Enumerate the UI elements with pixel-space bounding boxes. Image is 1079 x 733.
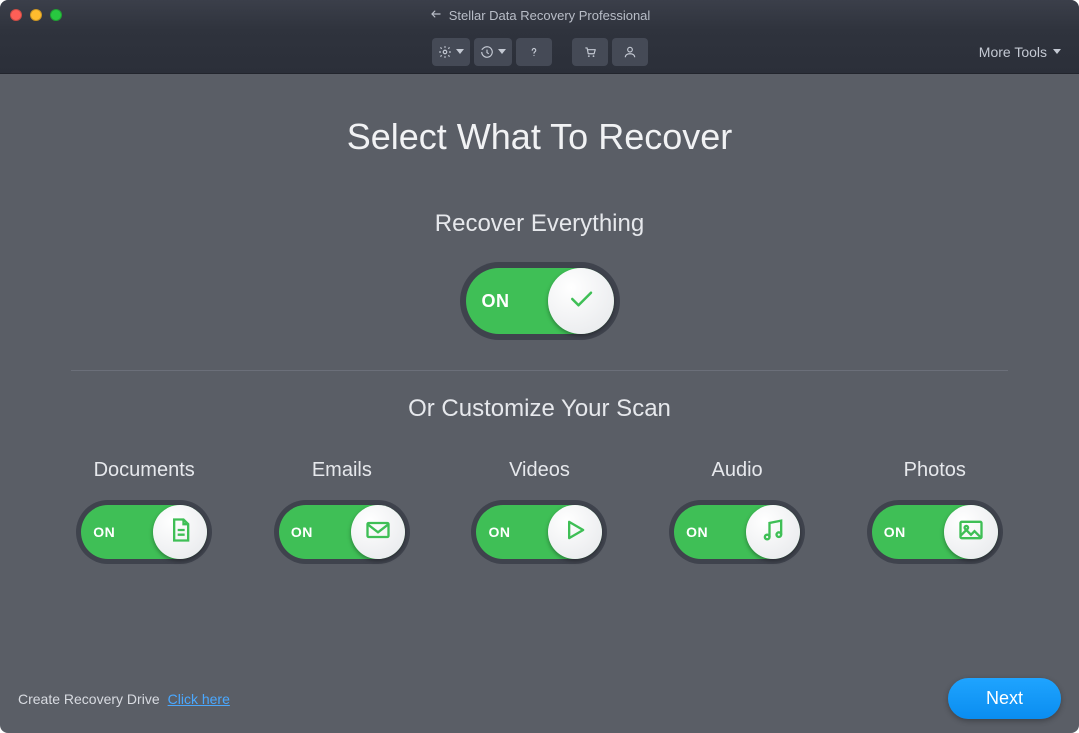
create-recovery-drive-link[interactable]: Click here [168, 691, 230, 707]
document-icon [166, 516, 194, 549]
back-arrow-icon [429, 7, 443, 24]
envelope-icon [364, 516, 392, 549]
toolbar: More Tools [0, 30, 1079, 74]
category-audio: Audio ON [643, 459, 831, 564]
category-documents: Documents ON [50, 459, 238, 564]
more-tools-label: More Tools [979, 44, 1047, 60]
category-emails: Emails ON [248, 459, 436, 564]
account-button[interactable] [612, 38, 648, 66]
question-icon [527, 45, 541, 59]
category-row: Documents ON Emails [50, 459, 1028, 564]
more-tools-caret-icon [1053, 49, 1061, 54]
videos-toggle-state: ON [488, 524, 510, 540]
toggle-knob [944, 505, 998, 559]
category-label-photos: Photos [904, 459, 966, 482]
photos-toggle-state: ON [884, 524, 906, 540]
music-icon [759, 516, 787, 549]
category-label-audio: Audio [712, 459, 763, 482]
help-button[interactable] [516, 38, 552, 66]
history-dropdown-caret-icon [498, 49, 506, 54]
category-label-videos: Videos [509, 459, 570, 482]
minimize-window-button[interactable] [30, 9, 42, 21]
category-videos: Videos ON [446, 459, 634, 564]
history-button[interactable] [474, 38, 512, 66]
next-button-label: Next [986, 688, 1023, 708]
create-recovery-drive-label: Create Recovery Drive [18, 691, 160, 707]
toggle-knob [351, 505, 405, 559]
photos-toggle[interactable]: ON [867, 500, 1003, 564]
category-photos: Photos ON [841, 459, 1029, 564]
history-icon [480, 45, 494, 59]
app-window: Stellar Data Recovery Professional [0, 0, 1079, 733]
cart-button[interactable] [572, 38, 608, 66]
audio-toggle[interactable]: ON [669, 500, 805, 564]
toggle-knob [153, 505, 207, 559]
main-content: Select What To Recover Recover Everythin… [0, 116, 1079, 564]
emails-toggle[interactable]: ON [274, 500, 410, 564]
toggle-knob [746, 505, 800, 559]
check-icon [566, 284, 596, 319]
next-button[interactable]: Next [948, 678, 1061, 719]
recover-everything-toggle-state: ON [482, 291, 510, 312]
recover-everything-title: Recover Everything [30, 210, 1049, 238]
play-icon [561, 516, 589, 549]
image-icon [957, 516, 985, 549]
more-tools-dropdown[interactable]: More Tools [979, 30, 1061, 73]
traffic-lights [10, 9, 62, 21]
recover-everything-toggle[interactable]: ON [460, 262, 620, 340]
user-icon [623, 45, 637, 59]
zoom-window-button[interactable] [50, 9, 62, 21]
gear-icon [438, 45, 452, 59]
window-title: Stellar Data Recovery Professional [449, 8, 651, 23]
customize-scan-title: Or Customize Your Scan [30, 395, 1049, 423]
category-label-documents: Documents [94, 459, 195, 482]
audio-toggle-state: ON [686, 524, 708, 540]
category-label-emails: Emails [312, 459, 372, 482]
title-bar: Stellar Data Recovery Professional [0, 0, 1079, 30]
cart-icon [582, 45, 598, 59]
settings-button[interactable] [432, 38, 470, 66]
close-window-button[interactable] [10, 9, 22, 21]
toggle-knob [548, 505, 602, 559]
footer: Create Recovery Drive Click here Next [18, 678, 1061, 719]
videos-toggle[interactable]: ON [471, 500, 607, 564]
documents-toggle-state: ON [93, 524, 115, 540]
emails-toggle-state: ON [291, 524, 313, 540]
gear-dropdown-caret-icon [456, 49, 464, 54]
page-title: Select What To Recover [30, 116, 1049, 158]
section-divider [71, 370, 1008, 371]
toggle-knob [548, 268, 614, 334]
documents-toggle[interactable]: ON [76, 500, 212, 564]
